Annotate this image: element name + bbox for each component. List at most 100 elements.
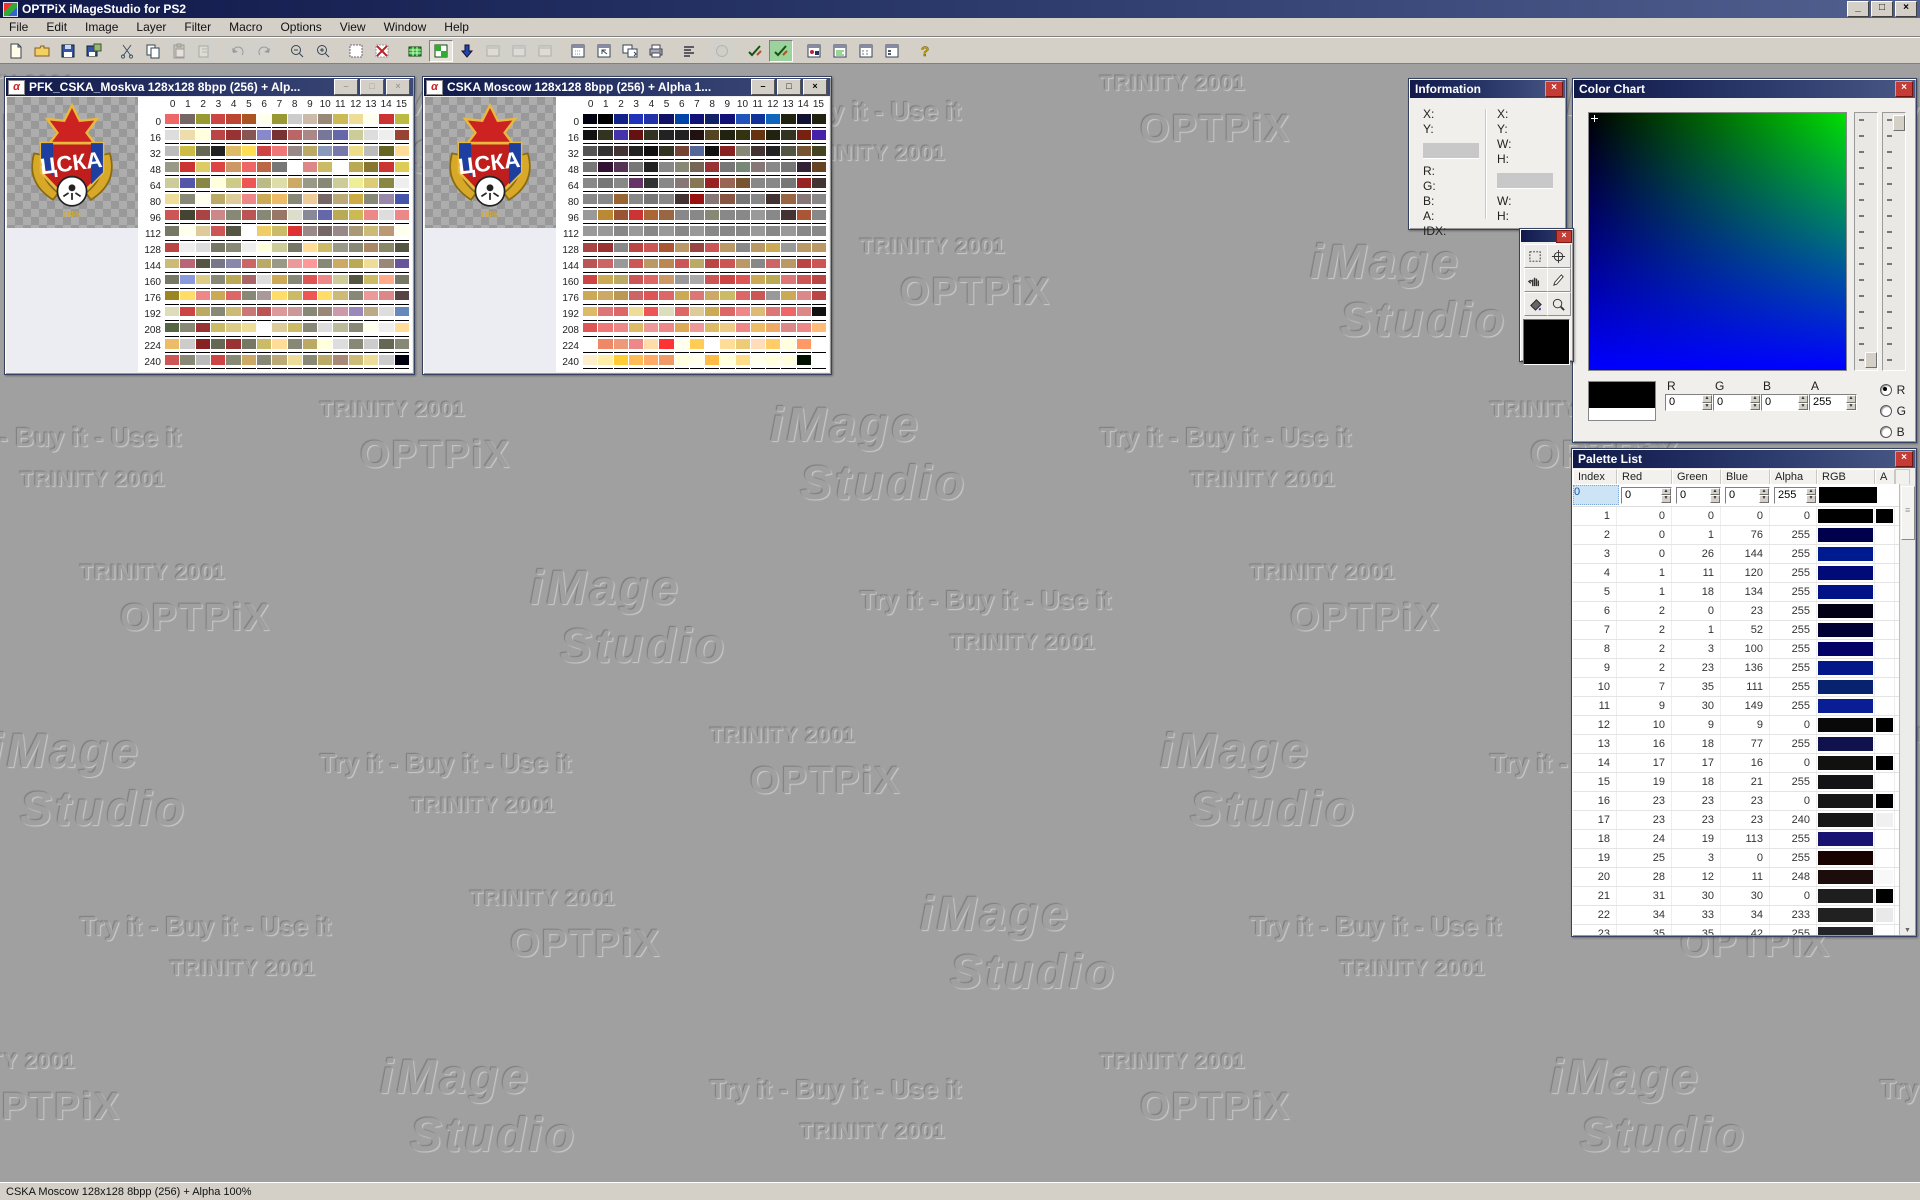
palette-cell[interactable] [165, 323, 179, 338]
palette-cell[interactable] [165, 130, 179, 145]
palette-cell[interactable] [211, 291, 225, 306]
palette-cell[interactable] [349, 339, 363, 354]
palette-cell[interactable] [333, 259, 347, 274]
palette-cell[interactable] [272, 162, 286, 177]
palette-cell[interactable] [675, 291, 689, 306]
palette-cell[interactable] [395, 210, 409, 225]
palette-cell[interactable] [644, 210, 658, 225]
spin-up-icon[interactable]: ▲ [1702, 395, 1712, 403]
palette-cell[interactable] [736, 259, 750, 274]
palette-cell[interactable] [797, 226, 811, 241]
palette-cell[interactable] [598, 210, 612, 225]
palette-cell[interactable] [272, 194, 286, 209]
doc1-titlebar[interactable]: α PFK_CSKA_Moskva 128x128 8bpp (256) + A… [6, 78, 413, 96]
palette-cell[interactable] [720, 210, 734, 225]
palette-cell[interactable] [288, 259, 302, 274]
palette-cell[interactable] [196, 114, 210, 129]
palette-cell[interactable] [395, 323, 409, 338]
palette-cell[interactable] [675, 259, 689, 274]
palette-cell[interactable] [257, 210, 271, 225]
palette-cell[interactable] [242, 259, 256, 274]
palette-cell[interactable] [690, 178, 704, 193]
palette-cell[interactable] [644, 226, 658, 241]
palette-cell[interactable] [333, 323, 347, 338]
palette-cell[interactable] [165, 339, 179, 354]
palette-cell[interactable] [598, 355, 612, 370]
palette-cell[interactable] [242, 243, 256, 258]
palette-cell[interactable] [583, 130, 597, 145]
palette-cell[interactable] [705, 146, 719, 161]
selected-blue-input[interactable]: 0▲▼ [1725, 487, 1770, 504]
palette-cell[interactable] [333, 291, 347, 306]
selected-green-input[interactable]: 0▲▼ [1676, 487, 1721, 504]
palette-cell[interactable] [180, 275, 194, 290]
palette-cell[interactable] [242, 114, 256, 129]
palette-cell[interactable] [349, 130, 363, 145]
palette-cell[interactable] [395, 226, 409, 241]
palette-cell[interactable] [288, 291, 302, 306]
palette-cell[interactable] [180, 243, 194, 258]
palette-cell[interactable] [751, 146, 765, 161]
palette-cell[interactable] [720, 178, 734, 193]
palette-cell[interactable] [349, 210, 363, 225]
palette-cell[interactable] [736, 323, 750, 338]
palette-list-row[interactable]: 10000 [1573, 507, 1900, 526]
palette-cell[interactable] [211, 323, 225, 338]
palette-cell[interactable] [333, 130, 347, 145]
palette-cell[interactable] [766, 162, 780, 177]
palette-cell[interactable] [349, 323, 363, 338]
doc1-image-pane[interactable]: ЦСКА ПФК [7, 97, 138, 372]
palette-cell[interactable] [751, 323, 765, 338]
palette-cell[interactable] [781, 210, 795, 225]
palette-cell[interactable] [781, 307, 795, 322]
palette-cell[interactable] [629, 210, 643, 225]
save-copy-button[interactable] [82, 40, 106, 62]
palette-cell[interactable] [705, 307, 719, 322]
slider-thumb[interactable] [1893, 115, 1905, 131]
palette-cell[interactable] [272, 210, 286, 225]
palette-cell[interactable] [379, 323, 393, 338]
palette-cell[interactable] [272, 178, 286, 193]
palette-cell[interactable] [180, 259, 194, 274]
radio-r[interactable]: R [1880, 379, 1906, 400]
palette-cell[interactable] [812, 210, 826, 225]
palette-cell[interactable] [659, 339, 673, 354]
minimize-button[interactable]: – [751, 79, 775, 95]
palette-cell[interactable] [812, 146, 826, 161]
column-header-red[interactable]: Red [1617, 469, 1672, 485]
palette-cell[interactable] [629, 162, 643, 177]
palette-cell[interactable] [257, 307, 271, 322]
palette-cell[interactable] [644, 114, 658, 129]
palette-cell[interactable] [797, 178, 811, 193]
palette-cell[interactable] [598, 114, 612, 129]
palette-cell[interactable] [797, 259, 811, 274]
palette-list-row[interactable]: 17232323240 [1573, 811, 1900, 830]
palette-cell[interactable] [583, 275, 597, 290]
palette-cell[interactable] [781, 162, 795, 177]
close-icon[interactable]: × [1895, 451, 1913, 467]
palette-cell[interactable] [257, 243, 271, 258]
palette-cell[interactable] [226, 146, 240, 161]
alpha-edit-button[interactable] [743, 40, 767, 62]
palette-cell[interactable] [720, 226, 734, 241]
palette-cell[interactable] [629, 339, 643, 354]
palette-cell[interactable] [364, 259, 378, 274]
palette-cell[interactable] [242, 178, 256, 193]
column-header-index[interactable]: Index [1573, 469, 1617, 485]
palette-cell[interactable] [288, 162, 302, 177]
save-file-button[interactable] [56, 40, 80, 62]
palette-cell[interactable] [690, 226, 704, 241]
palette-cell[interactable] [180, 210, 194, 225]
palette-grid-button[interactable] [429, 40, 453, 62]
selected-red-input[interactable]: 0▲▼ [1621, 487, 1672, 504]
selected-alpha-input[interactable]: 255▲▼ [1774, 487, 1817, 504]
palette-cell[interactable] [364, 339, 378, 354]
palette-cell[interactable] [303, 226, 317, 241]
palette-cell[interactable] [629, 259, 643, 274]
palette-cell[interactable] [629, 114, 643, 129]
column-header-green[interactable]: Green [1672, 469, 1721, 485]
tool-palette-window[interactable]: × [1519, 228, 1574, 362]
palette-cell[interactable] [364, 355, 378, 370]
palette-cell[interactable] [583, 339, 597, 354]
move-tool[interactable] [1547, 244, 1571, 268]
